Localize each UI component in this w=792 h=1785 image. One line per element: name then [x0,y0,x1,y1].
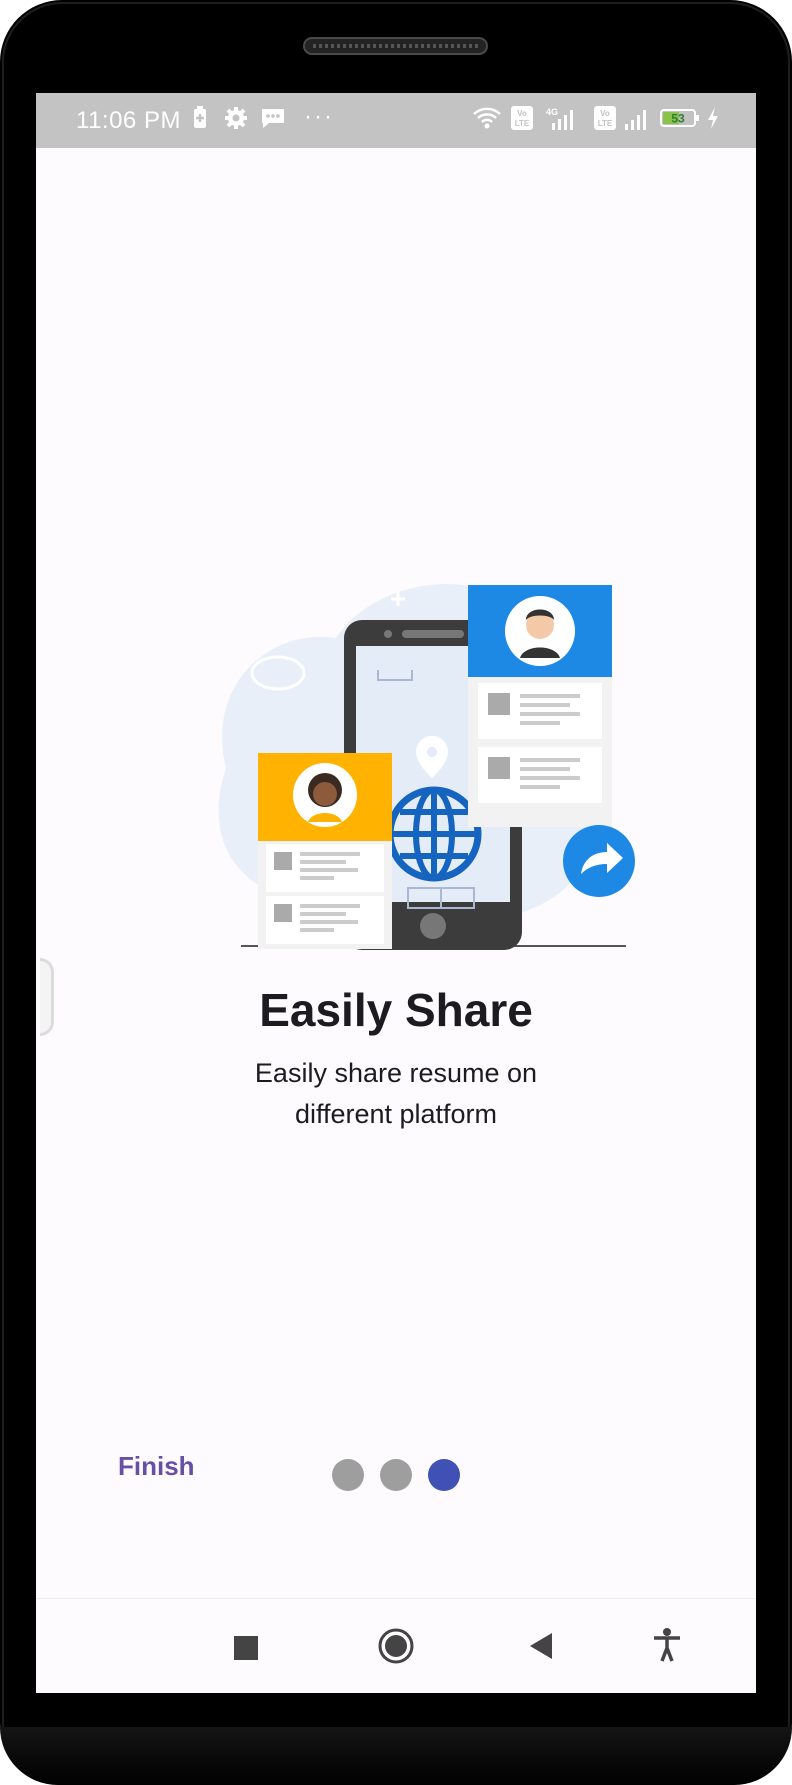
recents-square-icon[interactable] [233,1635,259,1666]
svg-text:Vo: Vo [517,109,527,118]
finish-button[interactable]: Finish [118,1451,195,1482]
page-indicator-dot-3-active[interactable] [428,1459,460,1491]
subtitle-line-1: Easily share resume on [254,1058,538,1088]
signal-4g-icon: 4G [544,106,580,137]
page-indicator-dot-1[interactable] [332,1459,364,1491]
accessibility-icon[interactable] [652,1627,682,1668]
page-indicator-dot-2[interactable] [380,1459,412,1491]
message-icon [260,106,286,135]
back-triangle-icon[interactable] [528,1631,554,1666]
svg-text:Vo: Vo [600,109,610,118]
share-resume-illustration [186,538,646,963]
svg-text:4G: 4G [546,107,558,117]
battery-saver-icon [191,106,209,135]
status-bar: 11:06 PM ··· Vo LTE 4G Vo LTE 53 [36,93,756,148]
wifi-icon [472,106,502,135]
subtitle-line-2: different platform [294,1099,498,1129]
status-time: 11:06 PM [76,107,181,134]
volte-icon-2: Vo LTE [594,106,616,135]
more-notifications: ··· [304,103,334,130]
charging-icon [706,106,720,135]
settings-icon [224,106,248,135]
volte-icon: Vo LTE [511,106,533,135]
signal-icon [622,106,652,137]
svg-text:LTE: LTE [598,119,613,128]
onboarding-title: Easily Share [259,984,533,1036]
battery-icon: 53 [660,106,700,135]
bottom-bezel [0,1727,792,1785]
system-navigation-bar [36,1598,756,1693]
device-screen: 11:06 PM ··· Vo LTE 4G Vo LTE 53 Easily … [36,93,756,1693]
phone-frame: 11:06 PM ··· Vo LTE 4G Vo LTE 53 Easily … [0,0,792,1785]
onboarding-subtitle: Easily share resume on different platfor… [36,1053,756,1135]
svg-text:LTE: LTE [515,119,530,128]
speaker-grille [303,37,488,55]
svg-text:53: 53 [671,112,685,126]
home-circle-icon[interactable] [377,1627,415,1670]
